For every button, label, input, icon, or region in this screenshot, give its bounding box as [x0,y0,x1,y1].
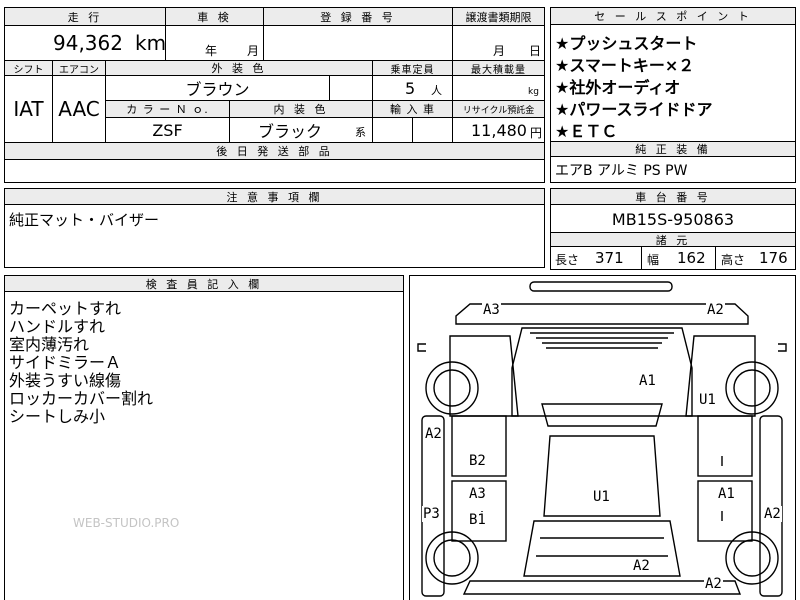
damage-mark: A2 [706,302,725,318]
car-diagram [417,281,787,597]
recycle-deposit-value: 11,480 [471,120,527,140]
sales-points-header: セ ー ル ス ポ イ ン ト [551,8,795,25]
chassis-number-value: MB15S-950863 [611,209,735,229]
damage-mark: A3 [482,302,501,318]
damage-mark: B1 [468,512,487,528]
sales-point-item: ★ＥＴＣ [555,122,618,141]
inspection-header: 車 検 [166,8,263,25]
vehicle-info-table: 走 行 車 検 登 録 番 号 譲渡書類期限 94,362 km 年 月 月 日… [4,7,545,183]
transfer-month-label: 月 [493,43,506,58]
notes-header: 注 意 事 項 欄 [5,189,544,205]
capacity-header: 乗車定員 [373,61,452,76]
inspector-box: 検 査 員 記 入 欄 カーペットすれ ハンドルすれ 室内薄汚れ サイドミラーＡ… [4,275,404,600]
aircon-header: エアコン [53,61,105,76]
damage-mark: A3 [468,486,487,502]
length-label: 長さ [555,252,580,267]
damage-mark: U1 [698,392,717,408]
transfer-day-label: 日 [529,43,542,58]
sales-points-box: セ ー ル ス ポ イ ン ト ★プッシュスタート ★スマートキー×２ ★社外オ… [550,7,796,183]
later-shipping-parts-header: 後 日 発 送 部 品 [5,143,544,159]
interior-color-suffix: 系 [355,126,366,139]
damage-mark: A2 [763,506,782,522]
shift-header: シフト [5,61,52,76]
registration-header: 登 録 番 号 [264,8,452,25]
damage-mark: A2 [424,426,443,442]
width-value: 162 [677,249,706,267]
sales-point-item: ★スマートキー×２ [555,56,695,75]
interior-color-value: ブラック [257,122,322,141]
color-no-value: ZSF [152,120,183,140]
recycle-deposit-unit: 円 [530,125,543,140]
sales-point-item: ★プッシュスタート [555,34,698,53]
sales-point-item: ★社外オーディオ [555,78,681,97]
inspection-month-label: 月 [247,43,260,58]
recycle-deposit-header: リサイクル預託金 [453,101,544,117]
capacity-unit: 人 [431,84,442,97]
mileage-unit: km [135,31,167,55]
damage-mark: A2 [704,576,723,592]
damage-mark: U1 [592,489,611,505]
shift-value: IAT [13,97,44,121]
inspection-year-label: 年 [205,43,218,58]
height-value: 176 [759,249,788,267]
sales-point-item: ★パワースライドドア [555,100,713,119]
width-label: 幅 [647,252,660,267]
exterior-color-value: ブラウン [185,80,250,99]
watermark: WEB-STUDIO.PRO [73,516,180,530]
damage-mark: B2 [468,453,487,469]
notes-box: 注 意 事 項 欄 純正マット・バイザー [4,188,545,268]
damage-mark: A2 [632,558,651,574]
length-value: 371 [595,249,624,267]
specs-header: 諸 元 [551,232,795,247]
damage-mark: A1 [638,373,657,389]
max-load-unit: kg [528,87,539,97]
factory-equipment-value: エアB アルミ PS PW [555,163,688,179]
factory-equipment-header: 純 正 装 備 [551,141,795,157]
capacity-value: 5 [405,78,416,98]
transfer-deadline-header: 譲渡書類期限 [453,8,544,25]
damage-mark: A1 [717,486,736,502]
inspector-header: 検 査 員 記 入 欄 [5,276,403,292]
color-no-header: カ ラ ー Ｎ ｏ. [106,101,229,117]
mileage-value: 94,362 [53,31,123,55]
exterior-color-header: 外 装 色 [106,61,372,75]
max-load-header: 最大積載量 [453,61,544,76]
aircon-value: AAC [58,97,100,121]
import-header: 輸 入 車 [373,101,452,117]
notes-value: 純正マット・バイザー [9,210,160,229]
mileage-header: 走 行 [5,8,165,25]
interior-color-header: 内 装 色 [230,101,372,117]
damage-mark: P3 [422,506,441,522]
inspector-note: シートしみ小 [9,407,106,426]
damage-diagram-box: A3 A2 A1 U1 A2 B2 A3 B1 U1 A1 P3 A2 A2 A… [409,275,796,600]
chassis-number-header: 車 台 番 号 [551,189,795,205]
chassis-box: 車 台 番 号 MB15S-950863 諸 元 長さ 371 幅 162 高さ… [550,188,796,270]
height-label: 高さ [721,252,746,267]
